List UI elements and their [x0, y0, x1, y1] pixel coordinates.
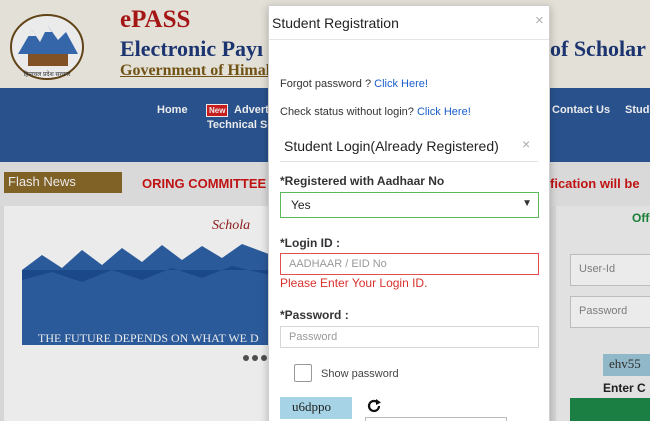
forgot-password-link[interactable]: Click Here! — [374, 78, 428, 90]
captcha-input[interactable] — [365, 417, 507, 421]
close-icon[interactable]: × — [522, 136, 530, 152]
show-password-checkbox[interactable] — [294, 364, 312, 382]
login-section-title: Student Login(Already Registered) — [284, 138, 499, 154]
forgot-password-line: Forgot password ? Click Here! — [280, 78, 428, 90]
close-icon[interactable]: × — [535, 12, 544, 29]
check-status-line: Check status without login? Click Here! — [280, 106, 471, 118]
modal-title: Student Registration — [272, 15, 399, 31]
aadhaar-label: *Registered with Aadhaar No — [280, 174, 445, 188]
student-registration-modal: Student Registration × Forgot password ?… — [268, 5, 550, 421]
login-id-label: *Login ID : — [280, 236, 340, 250]
login-id-input[interactable]: AADHAAR / EID No — [280, 253, 539, 275]
login-id-error: Please Enter Your Login ID. — [280, 276, 428, 290]
password-label: *Password : — [280, 308, 349, 322]
check-status-text: Check status without login? — [280, 106, 417, 118]
aadhaar-select[interactable]: Yes ▼ — [280, 192, 539, 218]
modal-header: Student Registration × — [269, 6, 549, 40]
aadhaar-select-value: Yes — [291, 198, 311, 212]
refresh-icon-graphic — [367, 399, 381, 413]
refresh-icon[interactable] — [366, 398, 382, 419]
check-status-link[interactable]: Click Here! — [417, 106, 471, 118]
forgot-password-text: Forgot password ? — [280, 78, 375, 90]
divider — [280, 161, 538, 162]
captcha-image: u6dppo — [280, 397, 352, 419]
show-password-label: Show password — [321, 368, 399, 380]
chevron-down-icon: ▼ — [522, 198, 532, 209]
password-input[interactable]: Password — [280, 326, 539, 348]
